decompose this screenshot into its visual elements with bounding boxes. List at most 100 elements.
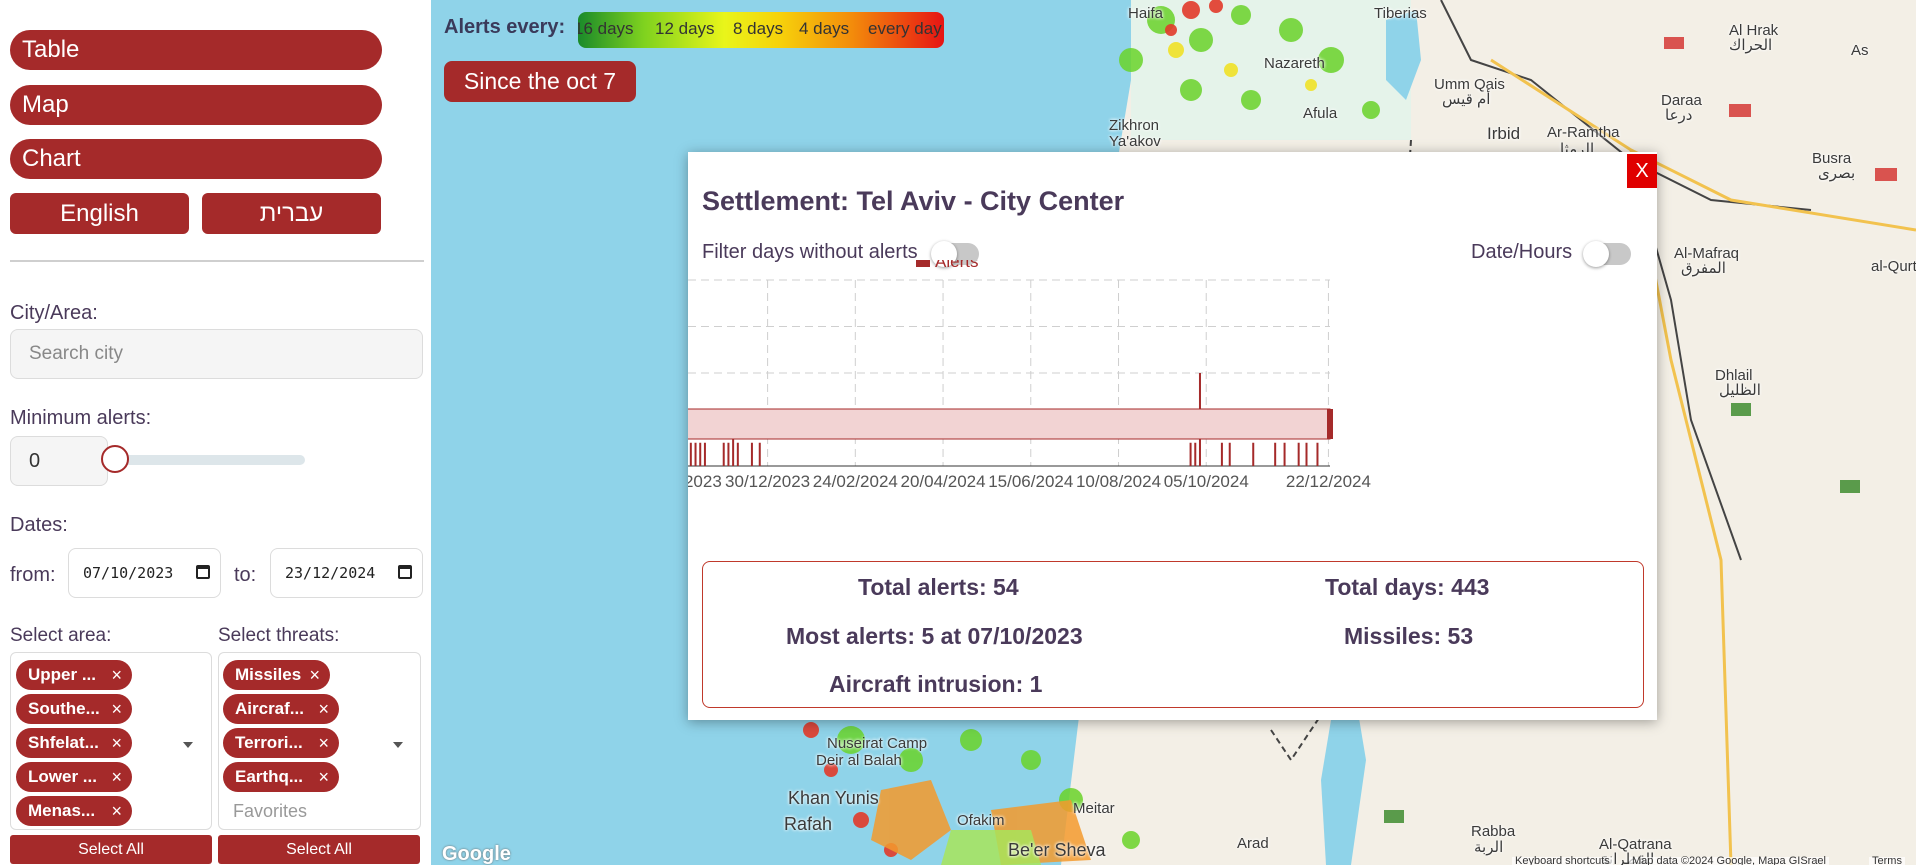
- since-oct-7-button[interactable]: Since the oct 7: [444, 61, 636, 102]
- from-label: from:: [10, 564, 56, 586]
- alert-bar: [1220, 442, 1223, 466]
- chevron-down-icon[interactable]: [393, 742, 403, 748]
- alert-bar: [703, 442, 706, 466]
- remove-icon[interactable]: ×: [318, 728, 329, 758]
- map-label-dhlail-ar: الظليل: [1719, 382, 1761, 399]
- city-label: City/Area:: [10, 302, 98, 324]
- area-tag[interactable]: Menas... ×: [16, 796, 132, 826]
- alert-bar: [722, 442, 725, 466]
- area-multiselect[interactable]: Upper ... × Southe... × Shfelat... × Lower …: [10, 652, 212, 830]
- stats-panel: Total alerts: 54 Total days: 443 Most al…: [702, 561, 1644, 708]
- map-label-deir-al-balah: Deir al Balah: [816, 752, 902, 769]
- alert-bar: [1283, 442, 1286, 466]
- legend-swatch: [916, 260, 930, 267]
- map-label-al-qurtain: al-Qurtain: [1871, 258, 1916, 275]
- area-tag-label: Southe...: [28, 699, 100, 718]
- map-label-khan-yunis: Khan Yunis: [788, 788, 879, 808]
- keyboard-shortcuts-link[interactable]: Keyboard shortcuts: [1512, 856, 1613, 865]
- sidebar-divider: [10, 260, 424, 262]
- threat-tag[interactable]: Missiles ×: [223, 660, 330, 690]
- map-button[interactable]: Map: [10, 85, 382, 125]
- area-tag[interactable]: Southe... ×: [16, 694, 132, 724]
- map-label-beer-sheva: Be'er Sheva: [1008, 840, 1106, 860]
- calendar-icon[interactable]: [196, 565, 210, 579]
- total-alerts-stat: Total alerts: 54: [858, 574, 1019, 600]
- range-slider-track[interactable]: [688, 408, 1331, 440]
- threat-tag[interactable]: Aircraf... ×: [223, 694, 339, 724]
- min-alerts-slider-track[interactable]: [108, 455, 305, 465]
- min-alerts-input[interactable]: 0: [10, 436, 108, 486]
- from-date-value: 07/10/2023: [83, 564, 174, 582]
- x-tick-label: 05/10/2024: [1164, 472, 1249, 491]
- select-threats-label: Select threats:: [218, 625, 340, 646]
- alert-bar: [689, 442, 692, 466]
- favorites-placeholder[interactable]: Favorites: [233, 801, 307, 822]
- chevron-down-icon[interactable]: [183, 742, 193, 748]
- table-button[interactable]: Table: [10, 30, 382, 70]
- legend-item: every day: [868, 19, 942, 38]
- map-data-attribution: Map data ©2024 Google, Mapa GISrael: [1629, 856, 1829, 865]
- legend-item: 4 days: [799, 19, 850, 38]
- min-alerts-slider-handle[interactable]: [101, 445, 129, 473]
- alert-bar: [758, 442, 761, 466]
- map-label-irbid: Irbid: [1487, 124, 1521, 143]
- x-tick-label: 24/02/2024: [813, 472, 898, 491]
- threat-tag-label: Aircraf...: [235, 699, 304, 718]
- threat-tag-label: Terrori...: [235, 733, 303, 752]
- area-tag[interactable]: Upper ... ×: [16, 660, 132, 690]
- remove-icon[interactable]: ×: [309, 660, 320, 690]
- area-tag[interactable]: Lower ... ×: [16, 762, 132, 792]
- map-label-al-mafraq-ar: المفرق: [1681, 260, 1726, 277]
- city-search-input[interactable]: Search city: [10, 329, 423, 379]
- terms-link[interactable]: Terms: [1869, 856, 1905, 865]
- map-label-ar-ramtha: Ar-Ramtha: [1547, 124, 1620, 141]
- map-label-zikhron: Zikhron Ya'akov: [1109, 117, 1161, 150]
- select-all-areas-button[interactable]: Select All: [10, 835, 212, 864]
- calendar-icon[interactable]: [398, 565, 412, 579]
- legend-item: 8 days: [733, 19, 784, 38]
- legend-label: Alerts every:: [444, 16, 566, 38]
- alert-bar: [1297, 442, 1300, 466]
- remove-icon[interactable]: ×: [111, 660, 122, 690]
- alert-bar: [1274, 442, 1277, 466]
- chart-button[interactable]: Chart: [10, 139, 382, 179]
- threats-multiselect[interactable]: Missiles × Aircraf... × Terrori... × Earthq…: [218, 652, 421, 830]
- alerts-chart: Alerts0246804/11/202330/12/202324/02/202…: [688, 260, 1371, 491]
- select-all-threats-button[interactable]: Select All: [218, 835, 420, 864]
- alert-bar: [1316, 442, 1319, 466]
- x-tick-label: 10/08/2024: [1076, 472, 1161, 491]
- close-button[interactable]: X: [1627, 154, 1657, 188]
- area-tag[interactable]: Shfelat... ×: [16, 728, 132, 758]
- remove-icon[interactable]: ×: [111, 694, 122, 724]
- remove-icon[interactable]: ×: [318, 694, 329, 724]
- map-label-al-hrak-ar: الحراك: [1729, 37, 1773, 54]
- map-label-nazareth: Nazareth: [1264, 55, 1325, 72]
- select-area-label: Select area:: [10, 625, 112, 646]
- area-tag-label: Shfelat...: [28, 733, 99, 752]
- english-button[interactable]: English: [10, 193, 189, 234]
- threat-tag[interactable]: Terrori... ×: [223, 728, 339, 758]
- map-label-arad: Arad: [1237, 835, 1269, 852]
- map-label-rafah: Rafah: [784, 814, 833, 834]
- remove-icon[interactable]: ×: [111, 728, 122, 758]
- dates-label: Dates:: [10, 514, 68, 536]
- hebrew-button[interactable]: עברית: [202, 193, 381, 234]
- map-label-ofakim: Ofakim: [957, 812, 1005, 829]
- area-tag-label: Menas...: [28, 801, 96, 820]
- aircraft-stat: Aircraft intrusion: 1: [829, 671, 1043, 697]
- map-label-as-sweida: As: [1851, 42, 1869, 59]
- range-slider-right-handle[interactable]: [1327, 409, 1333, 439]
- alert-bar: [1305, 442, 1308, 466]
- alert-bar: [1228, 442, 1231, 466]
- remove-icon[interactable]: ×: [318, 762, 329, 792]
- to-label: to:: [234, 564, 257, 586]
- to-date-input[interactable]: 23/12/2024: [270, 548, 423, 598]
- map-label-haifa: Haifa: [1128, 5, 1164, 22]
- x-tick-label: 20/04/2024: [901, 472, 986, 491]
- from-date-input[interactable]: 07/10/2023: [68, 548, 221, 598]
- legend-gradient-bar: 16 days 12 days 8 days 4 days every day: [578, 12, 944, 48]
- x-tick-label: 04/11/2023: [688, 472, 722, 491]
- remove-icon[interactable]: ×: [111, 796, 122, 826]
- threat-tag[interactable]: Earthq... ×: [223, 762, 339, 792]
- remove-icon[interactable]: ×: [111, 762, 122, 792]
